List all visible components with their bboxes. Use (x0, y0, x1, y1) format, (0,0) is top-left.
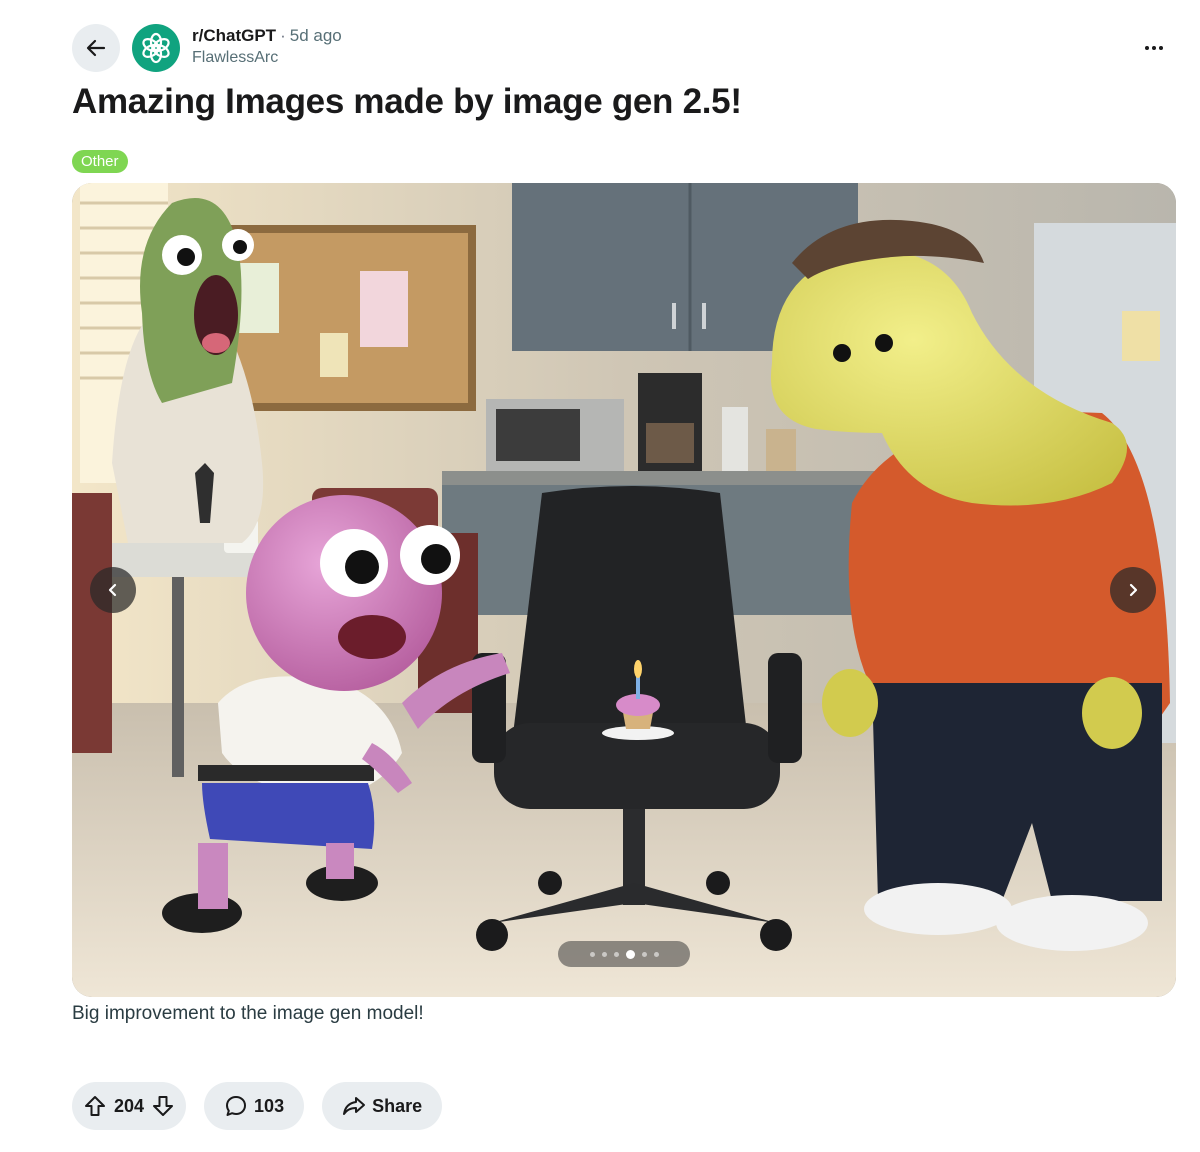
share-icon (343, 1097, 366, 1115)
back-button[interactable] (72, 24, 120, 72)
vote-count: 204 (114, 1095, 145, 1116)
subreddit-link[interactable]: r/ChatGPT (192, 26, 276, 45)
pager-dot[interactable] (589, 951, 595, 957)
upvote-icon (85, 1096, 105, 1116)
post-actions: 204 103 Share (72, 1082, 443, 1130)
chevron-left-icon (108, 583, 117, 597)
gallery-image (72, 183, 1176, 997)
comment-icon (226, 1096, 247, 1116)
meta-line: r/ChatGPT · 5d ago (192, 25, 342, 47)
downvote-button[interactable] (152, 1095, 174, 1117)
comments-button[interactable]: 103 (204, 1082, 305, 1130)
vote-bar: 204 (72, 1082, 187, 1130)
share-button[interactable]: Share (322, 1082, 443, 1130)
pager-dot[interactable] (613, 951, 619, 957)
meta-separator: · (280, 26, 286, 45)
post-meta: r/ChatGPT · 5d ago FlawlessArc (192, 25, 342, 67)
gallery-next-button[interactable] (1110, 567, 1156, 613)
more-options-button[interactable] (1136, 32, 1172, 64)
chevron-right-icon (1129, 583, 1138, 597)
back-arrow-icon (86, 39, 106, 57)
pager-dot[interactable] (653, 951, 659, 957)
author-link[interactable]: FlawlessArc (192, 49, 342, 67)
pager-dot-active[interactable] (625, 949, 635, 959)
post-time: 5d ago (289, 26, 342, 45)
post-caption: Big improvement to the image gen model! (72, 1003, 424, 1024)
upvote-button[interactable] (84, 1095, 106, 1117)
image-gallery[interactable] (72, 183, 1176, 997)
gallery-pager[interactable] (558, 941, 690, 967)
pager-dot[interactable] (601, 951, 607, 957)
more-options-icon (1145, 46, 1163, 50)
post-flair[interactable]: Other (72, 150, 128, 173)
post-title: Amazing Images made by image gen 2.5! (72, 82, 742, 121)
share-label: Share (372, 1095, 423, 1116)
comment-count: 103 (254, 1095, 285, 1116)
gallery-prev-button[interactable] (90, 567, 136, 613)
downvote-icon (153, 1096, 174, 1116)
pager-dot[interactable] (641, 951, 647, 957)
subreddit-avatar[interactable] (132, 24, 180, 72)
openai-logo-icon (142, 32, 170, 64)
